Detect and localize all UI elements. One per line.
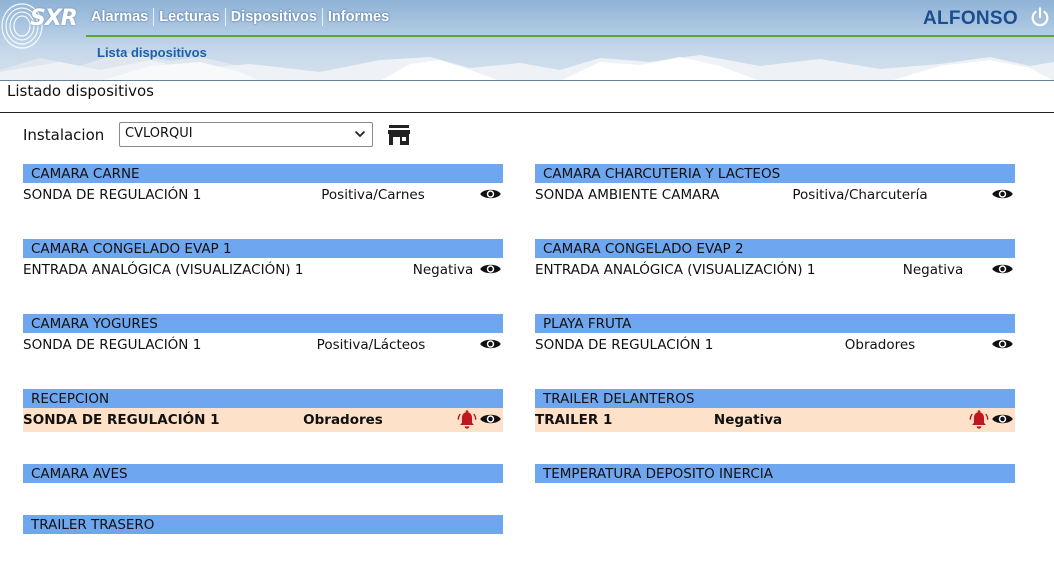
group-header: TRAILER DELANTEROS [535, 389, 1015, 408]
device-group: TEMPERATURA DEPOSITO INERCIA [535, 464, 1015, 483]
device-group: TRAILER TRASERO [23, 515, 503, 534]
device-row[interactable]: ENTRADA ANALÓGICA (VISUALIZACIÓN) 1 Negat… [535, 258, 1015, 282]
group-header: CAMARA CONGELADO EVAP 2 [535, 239, 1015, 258]
group-header: CAMARA CARNE [23, 164, 503, 183]
device-group: PLAYA FRUTA SONDA DE REGULACIÓN 1 Obradore… [535, 314, 1015, 357]
installation-label: Instalacion [23, 126, 105, 144]
device-group: CAMARA CONGELADO EVAP 1 ENTRADA ANALÓGICA… [23, 239, 503, 282]
group-header: CAMARA AVES [23, 464, 503, 483]
eye-icon[interactable] [479, 337, 502, 351]
power-icon[interactable] [1029, 6, 1051, 28]
device-name: SONDA DE REGULACIÓN 1 [23, 337, 202, 353]
device-row[interactable]: ENTRADA ANALÓGICA (VISUALIZACIÓN) 1 Negat… [23, 258, 503, 282]
device-name: SONDA AMBIENTE CAMARA [535, 187, 720, 203]
device-name: SONDA DE REGULACIÓN 1 [23, 412, 220, 428]
device-row[interactable]: SONDA DE REGULACIÓN 1 Obradores [535, 333, 1015, 357]
device-type: Obradores [303, 412, 383, 428]
device-type: Obradores [844, 337, 916, 353]
nav-dispositivos[interactable]: Dispositivos [226, 6, 322, 28]
device-type: Positiva/Charcutería [792, 187, 928, 203]
device-name: SONDA DE REGULACIÓN 1 [535, 337, 714, 353]
device-group: CAMARA YOGURES SONDA DE REGULACIÓN 1 Posit… [23, 314, 503, 357]
device-row[interactable]: SONDA DE REGULACIÓN 1 Obradores [23, 408, 503, 432]
device-type: Negativa [713, 412, 783, 428]
group-header: PLAYA FRUTA [535, 314, 1015, 333]
eye-icon[interactable] [479, 262, 502, 276]
installation-select-value: CVLORQUI [125, 126, 193, 141]
store-icon[interactable] [387, 124, 411, 146]
device-name: ENTRADA ANALÓGICA (VISUALIZACIÓN) 1 [535, 262, 816, 278]
eye-icon[interactable] [479, 412, 502, 426]
device-row[interactable]: SONDA AMBIENTE CAMARA Positiva/Charcuterí… [535, 183, 1015, 207]
nav-informes[interactable]: Informes [323, 6, 394, 28]
alarm-bell-icon [969, 410, 989, 429]
device-group: CAMARA AVES [23, 464, 503, 483]
group-header: TEMPERATURA DEPOSITO INERCIA [535, 464, 1015, 483]
eye-icon[interactable] [991, 187, 1014, 201]
subnav-lista-dispositivos[interactable]: Lista dispositivos [97, 45, 207, 60]
device-type: Negativa [902, 262, 964, 278]
device-row[interactable]: SONDA DE REGULACIÓN 1 Positiva/Lácteos [23, 333, 503, 357]
device-type: Positiva/Lácteos [316, 337, 426, 353]
device-row[interactable]: TRAILER 1 Negativa [535, 408, 1015, 432]
main-nav: Alarmas Lecturas Dispositivos Informes [86, 6, 394, 28]
group-header: CAMARA YOGURES [23, 314, 503, 333]
device-group: RECEPCION SONDA DE REGULACIÓN 1 Obradores [23, 389, 503, 432]
eye-icon[interactable] [479, 187, 502, 201]
logo-text: SXR [30, 6, 78, 31]
device-type: Negativa [412, 262, 474, 278]
device-name: TRAILER 1 [535, 412, 613, 428]
eye-icon[interactable] [991, 412, 1014, 426]
device-name: ENTRADA ANALÓGICA (VISUALIZACIÓN) 1 [23, 262, 304, 278]
alarm-bell-icon [457, 410, 477, 429]
eye-icon[interactable] [991, 337, 1014, 351]
group-header: CAMARA CONGELADO EVAP 1 [23, 239, 503, 258]
chevron-down-icon [354, 130, 366, 138]
nav-alarmas[interactable]: Alarmas [86, 6, 153, 28]
device-row[interactable]: SONDA DE REGULACIÓN 1 Positiva/Carnes [23, 183, 503, 207]
group-header: TRAILER TRASERO [23, 515, 503, 534]
nav-lecturas[interactable]: Lecturas [154, 6, 224, 28]
group-header: RECEPCION [23, 389, 503, 408]
device-group: CAMARA CONGELADO EVAP 2 ENTRADA ANALÓGICA… [535, 239, 1015, 282]
installation-select[interactable]: CVLORQUI [119, 122, 373, 147]
device-group: TRAILER DELANTEROS TRAILER 1 Negativa [535, 389, 1015, 432]
device-group: CAMARA CARNE SONDA DE REGULACIÓN 1 Positiv… [23, 164, 503, 207]
device-name: SONDA DE REGULACIÓN 1 [23, 187, 202, 203]
device-type: Positiva/Carnes [321, 187, 425, 203]
page-title: Listado dispositivos [0, 82, 1054, 113]
user-name: ALFONSO [923, 8, 1018, 29]
nav-underline [86, 35, 1054, 37]
eye-icon[interactable] [991, 262, 1014, 276]
device-group: CAMARA CHARCUTERIA Y LACTEOS SONDA AMBIEN… [535, 164, 1015, 207]
group-header: CAMARA CHARCUTERIA Y LACTEOS [535, 164, 1015, 183]
